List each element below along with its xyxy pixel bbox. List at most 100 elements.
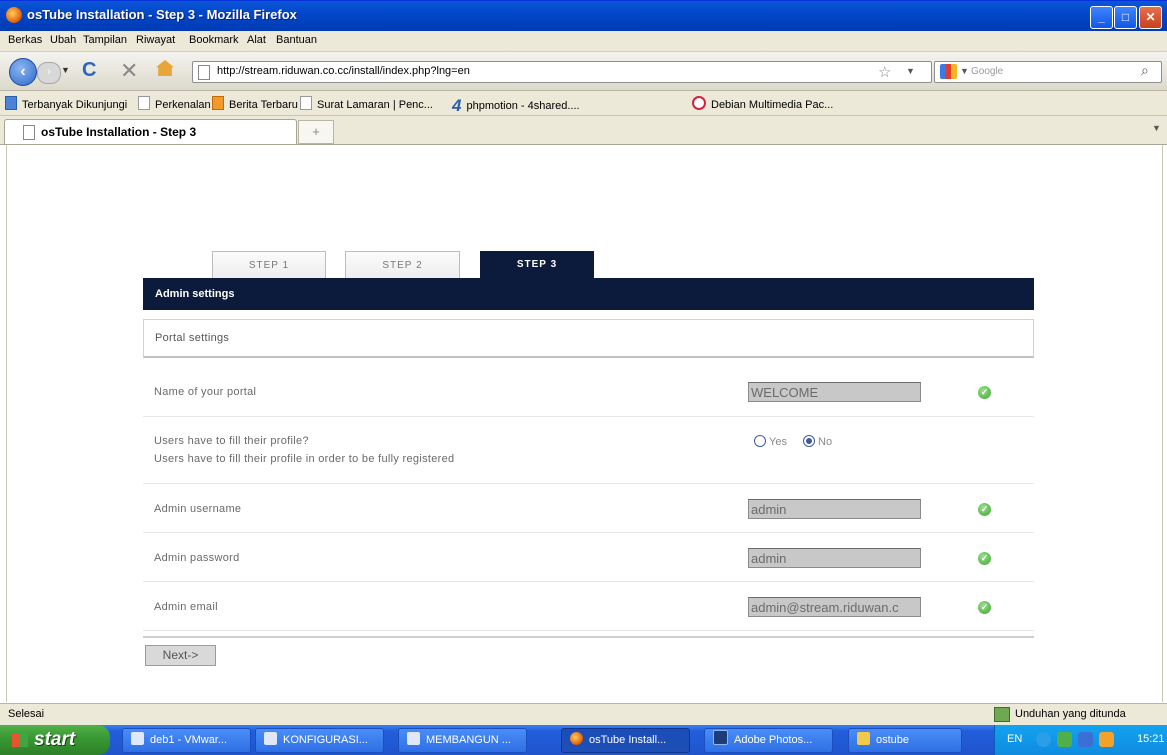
menu-bookmark[interactable]: Bookmark: [189, 34, 239, 46]
taskbar-item-label: Adobe Photos...: [734, 734, 813, 746]
admin-username-input[interactable]: admin: [748, 499, 921, 519]
search-icon[interactable]: ⌕: [1141, 62, 1149, 79]
search-placeholder[interactable]: Google: [971, 66, 1003, 77]
messenger-icon[interactable]: [1078, 732, 1093, 747]
firefox-icon: [570, 732, 583, 745]
radio-yes-label: Yes: [769, 436, 787, 448]
subsection-header: Portal settings: [143, 319, 1034, 358]
bookmark-label: Surat Lamaran | Penc...: [317, 99, 433, 111]
bookmark-most-visited[interactable]: Terbanyak Dikunjungi: [5, 96, 127, 111]
url-text[interactable]: http://stream.riduwan.co.cc/install/inde…: [217, 65, 470, 77]
radio-button-selected-icon[interactable]: [803, 435, 815, 447]
close-button[interactable]: ✕: [1139, 6, 1162, 29]
portal-name-label: Name of your portal: [154, 386, 257, 398]
search-bar[interactable]: ▼ Google ⌕: [934, 61, 1162, 83]
radio-button-icon[interactable]: [754, 435, 766, 447]
page-icon: [198, 65, 210, 80]
network-icon[interactable]: [1036, 732, 1051, 747]
navigation-toolbar: ‹ › ▼ C ✕ http://stream.riduwan.co.cc/in…: [0, 52, 1167, 91]
bookmark-folder-icon: [5, 96, 17, 110]
security-icon[interactable]: [1099, 732, 1114, 747]
debian-icon: [692, 96, 706, 110]
portal-name-input[interactable]: WELCOME: [748, 382, 921, 402]
bookmark-star-icon[interactable]: ☆: [878, 63, 891, 81]
tab-ostube-installation[interactable]: osTube Installation - Step 3: [4, 119, 297, 144]
subsection-title: Portal settings: [155, 332, 230, 344]
menu-berkas[interactable]: Berkas: [8, 34, 42, 46]
clock[interactable]: 15:21: [1137, 733, 1165, 745]
window-title-bar[interactable]: osTube Installation - Step 3 - Mozilla F…: [0, 0, 1167, 32]
taskbar-item-label: ostube: [876, 734, 910, 746]
photoshop-icon: [713, 730, 728, 745]
reload-icon[interactable]: C: [82, 59, 96, 82]
taskbar-item-vmware[interactable]: deb1 - VMwar...: [122, 728, 251, 753]
bookmarks-toolbar: Terbanyak Dikunjungi Perkenalan Berita T…: [0, 91, 1167, 116]
download-icon[interactable]: [994, 707, 1010, 722]
menu-riwayat[interactable]: Riwayat: [136, 34, 175, 46]
status-bar: Selesai Unduhan yang ditunda: [0, 703, 1167, 726]
menu-bar: Berkas Ubah Tampilan Riwayat Bookmark Al…: [0, 31, 1167, 52]
admin-email-label: Admin email: [154, 601, 218, 613]
bookmark-berita-terbaru[interactable]: Berita Terbaru: [212, 96, 298, 111]
word-icon: [407, 732, 420, 745]
taskbar-item-ostube-folder[interactable]: ostube: [848, 728, 962, 753]
home-icon[interactable]: [156, 60, 174, 76]
language-indicator[interactable]: EN: [1007, 733, 1022, 745]
admin-password-input[interactable]: admin: [748, 548, 921, 568]
admin-email-input[interactable]: admin@stream.riduwan.c: [748, 597, 921, 617]
next-button[interactable]: Next->: [145, 645, 216, 666]
taskbar-item-konfigurasi[interactable]: KONFIGURASI...: [255, 728, 384, 753]
bookmark-label: Debian Multimedia Pac...: [711, 99, 834, 111]
vmware-icon: [131, 732, 144, 745]
taskbar-item-label: osTube Install...: [589, 734, 667, 746]
address-bar[interactable]: http://stream.riduwan.co.cc/install/inde…: [192, 61, 932, 83]
menu-tampilan[interactable]: Tampilan: [83, 34, 127, 46]
windows-taskbar: start deb1 - VMwar... KONFIGURASI... MEM…: [0, 725, 1167, 755]
minimize-button[interactable]: _: [1090, 6, 1113, 29]
page-icon: [23, 125, 35, 140]
4shared-icon: 4: [452, 96, 462, 115]
form-row-admin-email: Admin email admin@stream.riduwan.c ✓: [143, 582, 1034, 631]
new-tab-button[interactable]: +: [298, 120, 334, 144]
tray-app-icon[interactable]: [1057, 732, 1072, 747]
bookmark-perkenalan[interactable]: Perkenalan: [138, 96, 211, 111]
search-engine-dropdown-icon[interactable]: ▼: [960, 66, 969, 76]
section-header: Admin settings: [143, 278, 1034, 310]
stop-icon[interactable]: ✕: [120, 58, 138, 84]
form-row-admin-password: Admin password admin ✓: [143, 533, 1034, 582]
menu-alat[interactable]: Alat: [247, 34, 266, 46]
page-icon: [300, 96, 312, 110]
back-button[interactable]: ‹: [9, 58, 37, 86]
taskbar-item-photoshop[interactable]: Adobe Photos...: [704, 728, 833, 753]
url-dropdown-icon[interactable]: ▼: [906, 66, 915, 76]
start-label: start: [34, 729, 76, 750]
check-icon: ✓: [978, 386, 991, 399]
radio-no[interactable]: No: [803, 435, 832, 448]
start-button[interactable]: start: [0, 725, 110, 755]
windows-logo-icon: [12, 733, 28, 747]
section-title: Admin settings: [155, 288, 235, 300]
tab-strip: osTube Installation - Step 3 + ▼: [0, 116, 1167, 145]
bookmark-phpmotion[interactable]: 4 phpmotion - 4shared....: [452, 96, 580, 116]
word-icon: [264, 732, 277, 745]
taskbar-item-label: KONFIGURASI...: [283, 734, 368, 746]
profile-required-label: Users have to fill their profile?: [154, 435, 309, 447]
downloads-pending-text[interactable]: Unduhan yang ditunda: [1015, 708, 1126, 720]
rss-icon: [212, 96, 224, 110]
forward-button[interactable]: ›: [37, 62, 61, 84]
menu-ubah[interactable]: Ubah: [50, 34, 76, 46]
taskbar-item-membangun[interactable]: MEMBANGUN ...: [398, 728, 527, 753]
menu-bantuan[interactable]: Bantuan: [276, 34, 317, 46]
taskbar-item-label: deb1 - VMwar...: [150, 734, 228, 746]
bookmark-surat-lamaran[interactable]: Surat Lamaran | Penc...: [300, 96, 433, 111]
google-icon[interactable]: [940, 64, 957, 79]
history-dropdown-icon[interactable]: ▼: [61, 65, 70, 75]
maximize-button[interactable]: □: [1114, 6, 1137, 29]
bookmark-debian-multimedia[interactable]: Debian Multimedia Pac...: [692, 96, 833, 111]
radio-yes[interactable]: Yes: [754, 435, 787, 448]
firefox-icon: [6, 7, 22, 23]
system-tray: EN 15:21: [994, 725, 1167, 755]
tab-list-dropdown-icon[interactable]: ▼: [1152, 123, 1161, 133]
status-text: Selesai: [8, 708, 45, 720]
taskbar-item-firefox[interactable]: osTube Install...: [561, 728, 690, 753]
